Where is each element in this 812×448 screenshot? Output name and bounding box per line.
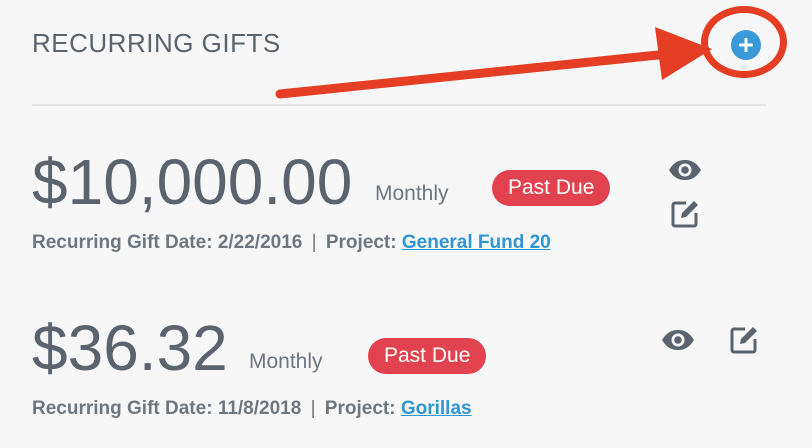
edit-gift-button[interactable] [667, 196, 703, 232]
meta-separator: | [310, 398, 316, 419]
project-label: Project: [324, 398, 396, 419]
gift-amount: $36.32 [32, 312, 228, 384]
gift-date: 11/8/2018 [217, 398, 302, 419]
view-gift-button[interactable] [667, 152, 703, 188]
project-link[interactable]: Gorillas [401, 398, 472, 419]
gift-item: $10,000.00 Monthly Past Due Recurring Gi… [32, 142, 772, 282]
edit-gift-button[interactable] [726, 322, 762, 358]
eye-icon [662, 330, 694, 350]
gift-amount: $10,000.00 [32, 146, 353, 218]
section-divider [32, 104, 766, 106]
date-label: Recurring Gift Date: [32, 398, 213, 419]
date-label: Recurring Gift Date: [32, 232, 213, 253]
gift-frequency: Monthly [375, 182, 449, 205]
gift-meta: Recurring Gift Date: 11/8/2018 | Project… [32, 398, 732, 420]
edit-icon [730, 327, 757, 354]
gift-frequency: Monthly [249, 350, 323, 373]
project-label: Project: [325, 232, 397, 253]
gift-item: $36.32 Monthly Past Due Recurring Gift D… [32, 308, 772, 448]
status-badge: Past Due [492, 170, 611, 206]
section-title: RECURRING GIFTS [32, 28, 281, 58]
gift-meta: Recurring Gift Date: 2/22/2016 | Project… [32, 232, 646, 254]
meta-separator: | [311, 232, 317, 253]
status-badge: Past Due [368, 338, 487, 374]
gift-date: 2/22/2016 [217, 232, 303, 253]
project-link[interactable]: General Fund 20 [402, 232, 551, 253]
view-gift-button[interactable] [660, 322, 696, 358]
edit-icon [671, 201, 698, 228]
plus-icon [739, 38, 753, 52]
add-recurring-gift-button[interactable] [731, 30, 761, 60]
eye-icon [669, 160, 701, 180]
